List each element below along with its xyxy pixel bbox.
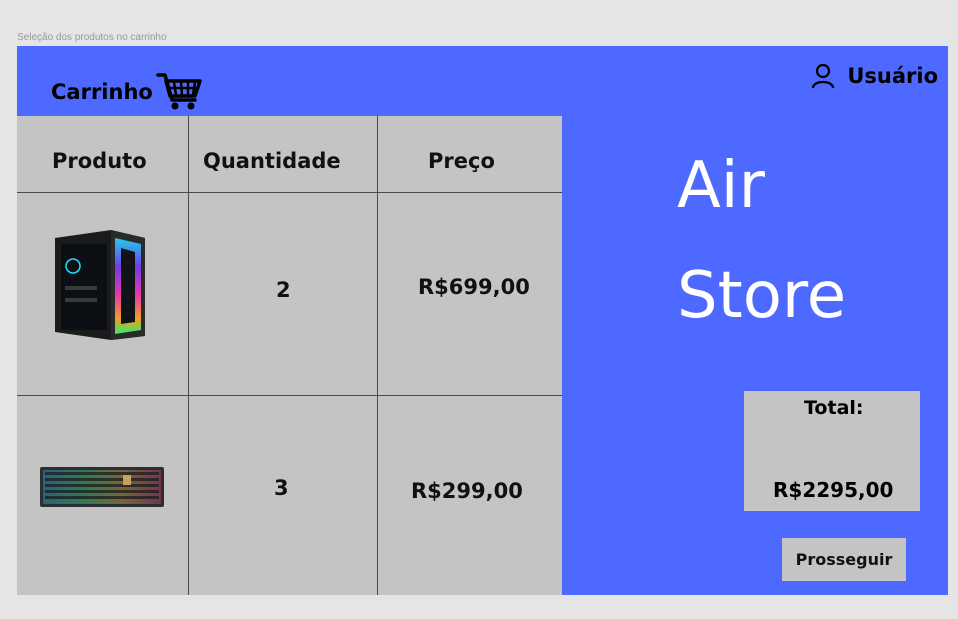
row-divider (17, 192, 562, 193)
brand-line-1: Air (677, 149, 765, 223)
proceed-button[interactable]: Prosseguir (782, 538, 906, 581)
column-divider (377, 116, 378, 595)
total-panel: Total: R$2295,00 (744, 391, 920, 511)
cart-header: Carrinho (51, 72, 202, 112)
product-image-rgb-keyboard[interactable] (40, 467, 164, 511)
user-icon (812, 63, 835, 89)
header-price: Preço (428, 149, 495, 173)
frame-label: Seleção dos produtos no carrinho (17, 32, 167, 43)
total-label: Total: (804, 397, 864, 419)
row-1-quantity: 2 (276, 278, 291, 302)
header-product: Produto (52, 149, 147, 173)
user-label: Usuário (847, 64, 938, 88)
row-2-price: R$299,00 (411, 479, 523, 503)
cart-table: Produto Quantidade Preço 2 R$699,00 3 R$… (17, 116, 562, 595)
cart-title: Carrinho (51, 80, 153, 104)
user-menu[interactable]: Usuário (811, 63, 938, 89)
brand-line-2: Store (677, 259, 847, 333)
row-2-quantity: 3 (274, 476, 289, 500)
product-image-pc-case[interactable] (55, 226, 145, 344)
row-divider (17, 395, 562, 396)
cart-screen: Carrinho Usuário Produto Quantidade Preç… (17, 46, 948, 595)
shopping-cart-icon (156, 73, 202, 110)
total-value: R$2295,00 (773, 478, 894, 502)
column-divider (188, 116, 189, 595)
row-1-price: R$699,00 (418, 275, 530, 299)
header-quantity: Quantidade (203, 149, 341, 173)
